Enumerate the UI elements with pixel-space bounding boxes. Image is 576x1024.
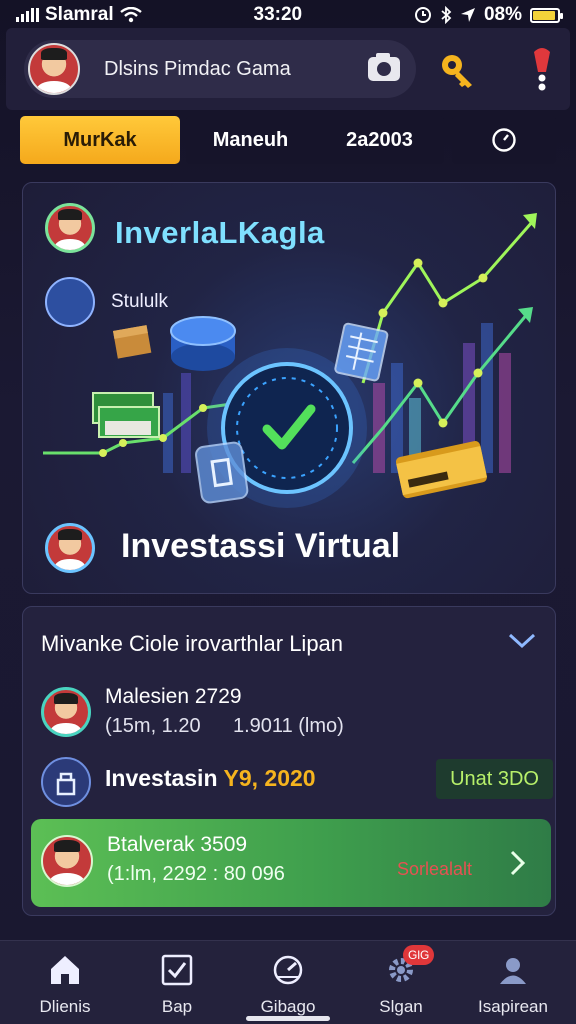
filter-tabs: MurKak Maneuh 2a2003 [20,116,556,164]
hero-banner[interactable]: InverlaLKagla Stululk Investassi Virtual [22,182,556,594]
wifi-icon [119,7,142,23]
row-avatar [41,835,93,887]
card-title: Mivanke Ciole irovarthlar Lipan [41,631,344,656]
profile-pill[interactable]: Dlsins Pimdac Gama [24,40,416,98]
nav-label: Gibago [260,997,316,1016]
nav-label: Dlienis [39,997,91,1016]
chevron-down-icon[interactable] [507,629,537,651]
highlighted-list-item[interactable]: Btalverak 3509 (1:lm, 2292 : 80 096 Sorl… [31,819,551,907]
nav-item-home[interactable]: Dlienis [15,949,115,1019]
status-time: 33:20 [253,4,303,25]
nav-item-isapirean[interactable]: Isapirean [463,949,563,1019]
hero-title: InverlaLKagla [115,215,325,250]
row-title: Investasin Y9, 2020 [105,765,316,792]
bottom-navigation: Dlienis Bap Gibago GlG Slgan Isapirean [0,940,576,1024]
profile-name: Dlsins Pimdac Gama [104,57,291,80]
battery-level-fill [532,10,556,20]
tab-segment[interactable]: Maneuh 2a2003 [186,116,444,164]
list-item[interactable]: Malesien 2729 (15m, 1.20 1.9011 (lmo) [41,681,541,741]
hero-subtitle: Stululk [111,291,169,312]
carrier-name: Slamral [45,4,114,25]
nav-label: Slgan [379,997,423,1016]
profile-icon [500,958,526,984]
hero-avatar-top [45,203,95,253]
row-title-highlight: Y9, 2020 [223,765,316,791]
list-item[interactable]: Investasin Y9, 2020 Unat 3DO [41,751,553,811]
row-badge[interactable]: Unat 3DO [436,759,553,799]
chevron-right-icon[interactable] [509,849,527,877]
row-title: Malesien 2729 [105,685,242,708]
camera-icon[interactable] [368,53,400,81]
tab-date[interactable]: 2a2003 [315,129,444,152]
home-icon [51,956,79,984]
location-icon [460,8,475,22]
battery-percent: 08% [483,4,522,25]
tab-clock[interactable] [452,116,556,164]
tab-murkak[interactable]: MurKak [20,116,180,164]
speedometer-icon [273,955,303,985]
investment-list-card: Mivanke Ciole irovarthlar Lipan Malesien… [22,606,556,916]
alarm-icon [414,7,431,23]
row-subtitle: (1:lm, 2292 : 80 096 [107,863,285,885]
signal-icon [16,8,39,22]
row-value: 1.9011 (lmo) [233,715,344,737]
status-right: 08% [414,4,563,26]
hero-main-title: Investassi Virtual [121,527,401,565]
home-indicator[interactable] [246,1016,330,1021]
chart-icon [45,277,95,327]
row-title-prefix: Investasin [105,765,224,791]
nav-item-slgan[interactable]: GlG Slgan [351,945,451,1019]
nav-item-bap[interactable]: Bap [127,949,227,1019]
notification-badge: GlG [403,945,435,965]
row-status: Sorlealalt [397,859,473,879]
hero-avatar-bottom [45,523,95,573]
nav-item-gibago[interactable]: Gibago [238,949,338,1019]
clock-icon [492,128,516,152]
row-title: Btalverak 3509 [107,833,248,856]
battery-icon [529,7,563,23]
user-avatar[interactable] [28,43,80,95]
bluetooth-icon [441,6,452,24]
row-avatar [41,687,91,737]
row-subtitle: (15m, 1.20 [105,715,201,737]
alert-icon[interactable] [526,46,558,92]
tab-maneuh[interactable]: Maneuh [186,129,315,152]
key-icon[interactable] [438,50,478,90]
nav-label: Bap [161,997,193,1016]
app-header: Dlsins Pimdac Gama [6,28,570,110]
lock-icon [41,757,91,807]
checkbox-icon [161,954,193,986]
nav-label: Isapirean [478,997,548,1016]
status-bar: Slamral 33:20 08% [0,0,576,30]
status-left: Slamral [16,4,142,26]
